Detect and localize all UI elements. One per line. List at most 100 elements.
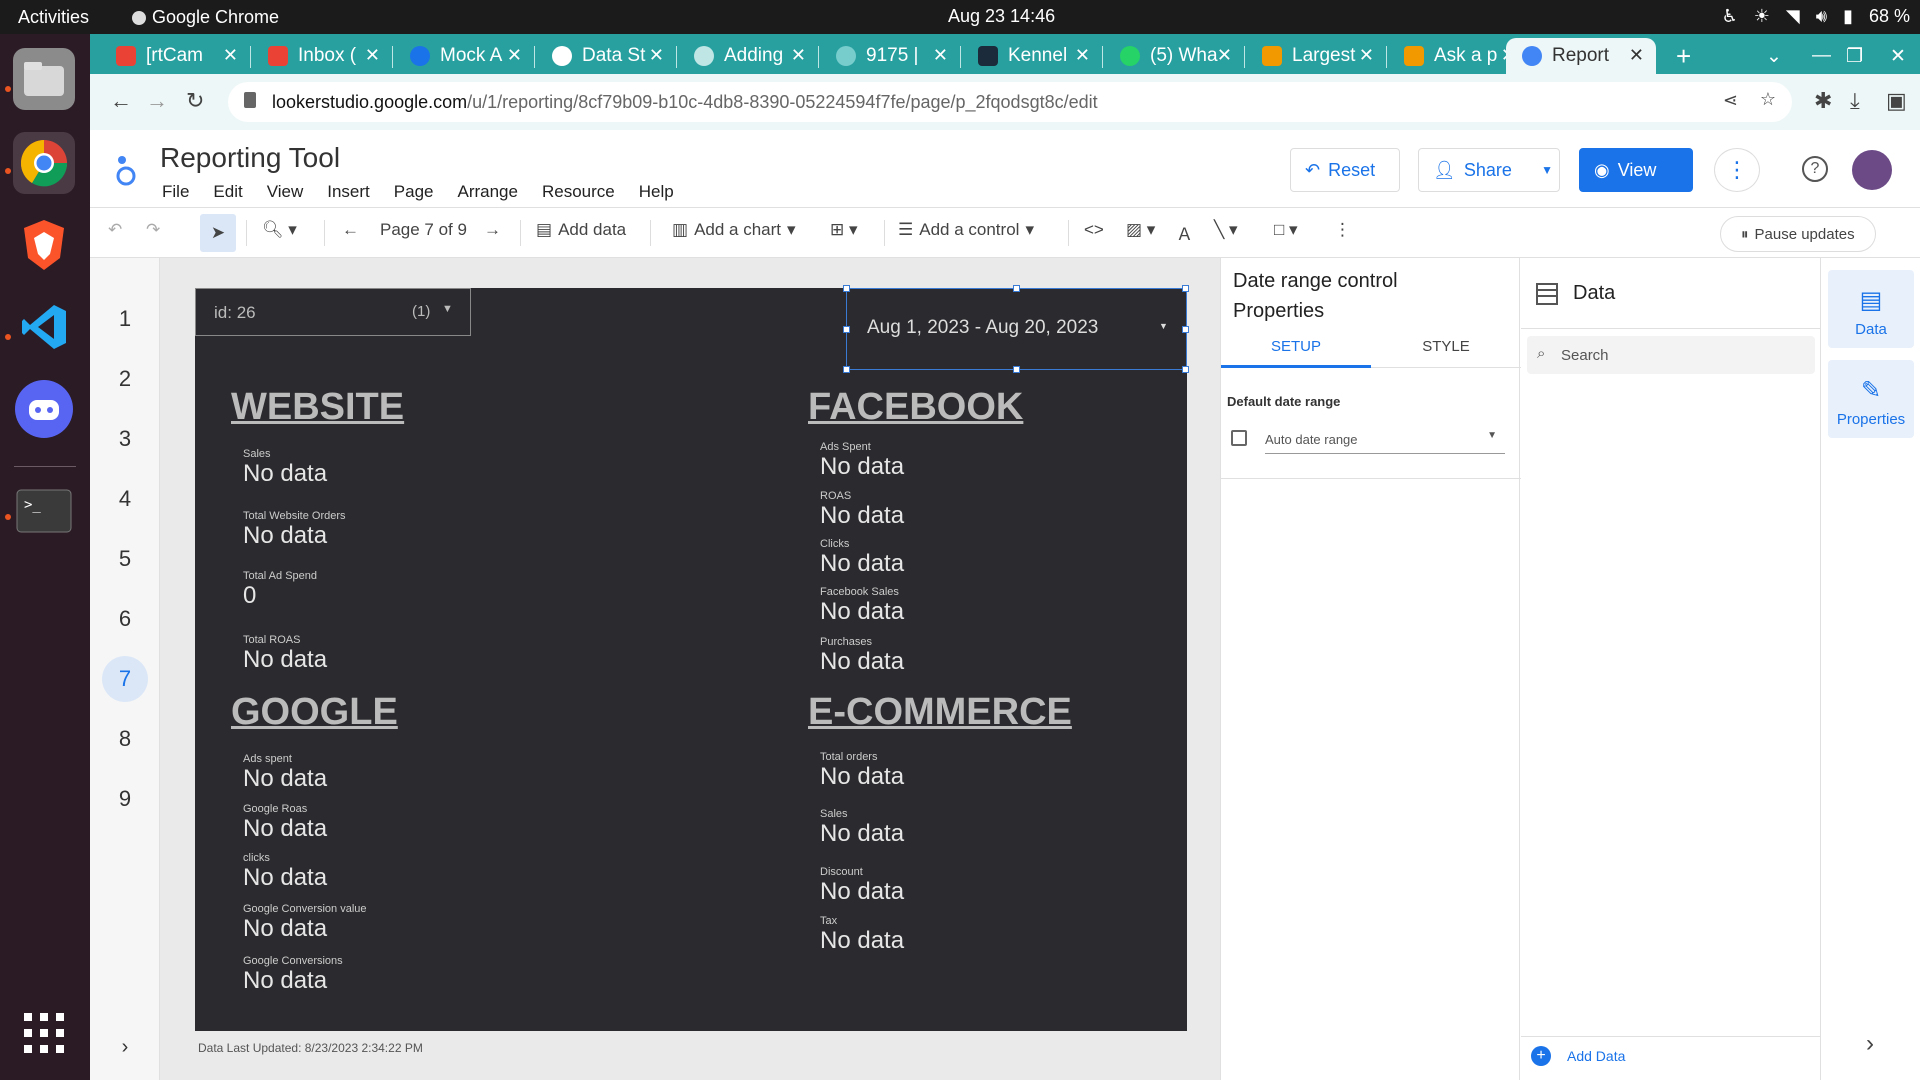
resize-handle[interactable]	[843, 326, 850, 333]
scorecard-purchases[interactable]: Purchases No data	[820, 636, 904, 676]
add-chart-button[interactable]: ▥ Add a chart ▾	[672, 220, 796, 240]
share-button[interactable]: 👤︎ Share ▼	[1418, 148, 1560, 192]
reload-icon[interactable]: ↻	[186, 88, 204, 114]
resize-handle[interactable]	[843, 366, 850, 373]
page-thumb-6[interactable]: 6	[102, 596, 148, 642]
menu-help[interactable]: Help	[639, 182, 674, 202]
discord-app-icon[interactable]	[13, 378, 75, 440]
back-icon[interactable]: ←	[110, 88, 132, 114]
undo-icon[interactable]: ↶	[108, 220, 122, 240]
browser-tab[interactable]: Kennel ✕	[962, 38, 1102, 74]
restore-window-icon[interactable]: ❐	[1830, 38, 1870, 74]
chrome-app-icon[interactable]	[13, 132, 75, 194]
close-tab-icon[interactable]: ✕	[223, 45, 238, 66]
scorecard-sales[interactable]: Sales No data	[243, 448, 327, 488]
scorecard-google-roas[interactable]: Google Roas No data	[243, 803, 327, 843]
page-thumb-3[interactable]: 3	[102, 416, 148, 462]
scorecard-google-ads-spent[interactable]: Ads spent No data	[243, 753, 327, 793]
report-title[interactable]: Reporting Tool	[160, 142, 340, 174]
more-tools-icon[interactable]: ⋮	[1334, 220, 1351, 240]
embed-code-icon[interactable]: <>	[1084, 220, 1104, 240]
properties-panel-toggle[interactable]: ✎ Properties	[1828, 360, 1914, 438]
menu-view[interactable]: View	[267, 182, 304, 202]
brave-app-icon[interactable]	[13, 214, 75, 276]
tab-search-icon[interactable]: ⌄	[1750, 38, 1790, 74]
add-data-button[interactable]: ▤ Add data	[536, 220, 626, 240]
expand-pages-icon[interactable]: ›	[102, 1024, 148, 1070]
view-button[interactable]: ◉ View	[1579, 148, 1693, 192]
add-circle-icon[interactable]: +	[1531, 1046, 1551, 1066]
activities-button[interactable]: Activities	[18, 7, 89, 28]
browser-tab[interactable]: Mock A ✕	[394, 38, 534, 74]
vscode-app-icon[interactable]	[13, 296, 75, 358]
active-app-indicator[interactable]: Google Chrome	[132, 7, 279, 28]
redo-icon[interactable]: ↷	[146, 220, 160, 240]
page-thumb-2[interactable]: 2	[102, 356, 148, 402]
section-title-website[interactable]: WEBSITE	[231, 386, 404, 429]
page-thumb-5[interactable]: 5	[102, 536, 148, 582]
menu-insert[interactable]: Insert	[327, 182, 370, 202]
close-window-icon[interactable]: ✕	[1874, 38, 1914, 74]
community-viz-icon[interactable]: ⊞ ▾	[830, 220, 858, 240]
more-options-icon[interactable]: ⋮	[1714, 148, 1760, 192]
browser-tab[interactable]: 9175 | ✕	[820, 38, 960, 74]
scorecard-ads-spent[interactable]: Ads Spent No data	[820, 441, 904, 481]
forward-icon[interactable]: →	[146, 88, 168, 114]
text-box-icon[interactable]: Ａ	[1176, 220, 1193, 245]
browser-tab[interactable]: Inbox (✕	[252, 38, 392, 74]
tab-setup[interactable]: SETUP	[1221, 338, 1371, 355]
browser-tab[interactable]: Data St ✕	[536, 38, 676, 74]
looker-studio-logo-icon[interactable]	[112, 154, 140, 191]
close-tab-icon[interactable]: ✕	[1629, 45, 1644, 66]
reset-button[interactable]: ↶ Reset	[1290, 148, 1400, 192]
line-icon[interactable]: ╲ ▾	[1214, 220, 1238, 240]
report-canvas[interactable]: id: 26 (1) ▼ Aug 1, 2023 - Aug 20, 2023 …	[195, 285, 1189, 1031]
previous-page-icon[interactable]: ←	[342, 220, 359, 240]
data-panel-toggle[interactable]: ▤ Data	[1828, 270, 1914, 348]
close-tab-icon[interactable]: ✕	[507, 45, 522, 66]
close-tab-icon[interactable]: ✕	[1359, 45, 1374, 66]
browser-tab[interactable]: (5) Wha ✕	[1104, 38, 1244, 74]
page-thumb-7[interactable]: 7	[102, 656, 148, 702]
browser-tab[interactable]: Largest ✕	[1246, 38, 1386, 74]
default-date-range-select[interactable]: Auto date range ▼	[1265, 424, 1505, 454]
page-thumb-1[interactable]: 1	[102, 296, 148, 342]
menu-file[interactable]: File	[162, 182, 189, 202]
close-tab-icon[interactable]: ✕	[933, 45, 948, 66]
zoom-icon[interactable]: 🔍︎ ▾	[262, 220, 297, 240]
clock[interactable]: Aug 23 14:46	[948, 6, 1055, 27]
scorecard-facebook-sales[interactable]: Facebook Sales No data	[820, 586, 904, 626]
share-dropdown-icon[interactable]: ▼	[1541, 163, 1553, 177]
terminal-app-icon[interactable]: >_	[13, 480, 75, 542]
data-search-input[interactable]: ⌕ Search	[1527, 336, 1815, 374]
close-tab-icon[interactable]: ✕	[649, 45, 664, 66]
scorecard-total-roas[interactable]: Total ROAS No data	[243, 634, 327, 674]
page-thumb-9[interactable]: 9	[102, 776, 148, 822]
section-title-facebook[interactable]: FACEBOOK	[808, 386, 1023, 429]
menu-page[interactable]: Page	[394, 182, 434, 202]
close-tab-icon[interactable]: ✕	[365, 45, 380, 66]
browser-tab[interactable]: [rtCam ✕	[100, 38, 250, 74]
files-app-icon[interactable]	[13, 48, 75, 110]
close-tab-icon[interactable]: ✕	[1075, 45, 1090, 66]
scorecard-clicks[interactable]: Clicks No data	[820, 538, 904, 578]
download-icon[interactable]: ⤓	[1850, 88, 1860, 114]
resize-handle[interactable]	[1013, 285, 1020, 292]
resize-handle[interactable]	[1182, 285, 1189, 292]
image-icon[interactable]: ▨ ▾	[1126, 220, 1155, 240]
collapse-panel-icon[interactable]: ›	[1866, 1030, 1874, 1058]
scorecard-total-ad-spend[interactable]: Total Ad Spend 0	[243, 570, 317, 610]
add-data-link[interactable]: Add Data	[1567, 1048, 1625, 1064]
scorecard-roas[interactable]: ROAS No data	[820, 490, 904, 530]
scorecard-google-conversion-value[interactable]: Google Conversion value No data	[243, 903, 367, 943]
menu-edit[interactable]: Edit	[213, 182, 242, 202]
address-bar[interactable]: lookerstudio.google.com/u/1/reporting/8c…	[228, 82, 1792, 122]
tab-style[interactable]: STYLE	[1371, 338, 1521, 355]
resize-handle[interactable]	[1182, 326, 1189, 333]
resize-handle[interactable]	[1013, 366, 1020, 373]
system-tray[interactable]: ♿ ☀ ◥ 🔊︎ ▮ 68 %	[1722, 6, 1910, 27]
menu-resource[interactable]: Resource	[542, 182, 615, 202]
resize-handle[interactable]	[843, 285, 850, 292]
page-thumb-8[interactable]: 8	[102, 716, 148, 762]
close-tab-icon[interactable]: ✕	[1217, 45, 1232, 66]
